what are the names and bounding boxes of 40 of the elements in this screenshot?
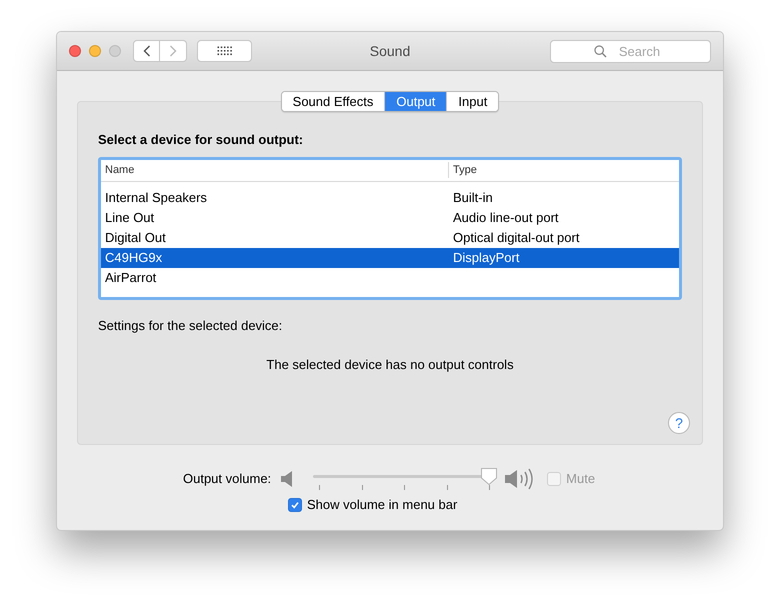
device-row[interactable]: AirParrot (101, 268, 679, 288)
menu-bar-option-label: Show volume in menu bar (307, 496, 458, 514)
checkmark-icon (290, 500, 300, 510)
volume-slider[interactable] (313, 466, 498, 492)
volume-label: Output volume: (183, 470, 272, 488)
table-cell-text: Digital Out (104, 228, 167, 247)
window-control-icon[interactable] (109, 45, 121, 57)
mute-label: Mute (566, 470, 596, 488)
slider-thumb[interactable] (480, 467, 498, 486)
table-cell-text: C49HG9x (104, 248, 164, 267)
tab[interactable]: Output (384, 92, 446, 111)
help-button[interactable]: ? (668, 412, 690, 434)
forward-icon (169, 45, 177, 57)
list-heading: Select a device for sound output: (98, 131, 304, 149)
device-row[interactable]: Digital Out Optical digital-out port (101, 228, 679, 248)
tab[interactable]: Input (446, 92, 498, 111)
device-row[interactable]: Internal Speakers Built-in (101, 188, 679, 208)
tab[interactable]: Sound Effects (282, 92, 384, 111)
table-cell-text: DisplayPort (452, 248, 520, 267)
back-icon (142, 45, 150, 57)
search-icon (594, 44, 607, 58)
grid-icon (216, 46, 232, 56)
table-cell-text: Internal Speakers (104, 188, 208, 207)
table-cell-text: Audio line-out port (452, 208, 559, 227)
no-controls-message: The selected device has no output controls (265, 356, 515, 374)
device-row[interactable]: C49HG9x DisplayPort (101, 248, 679, 268)
table-cell-text: Line Out (104, 208, 156, 227)
table-cell-text: AirParrot (104, 268, 158, 287)
window-title: Sound (370, 42, 410, 60)
checkbox[interactable] (288, 498, 302, 512)
table-cell-text: Built-in (452, 188, 493, 207)
table-cell-text: Optical digital-out port (452, 228, 580, 247)
column-header[interactable]: Type (449, 162, 477, 178)
back-button[interactable] (133, 40, 160, 62)
search-field[interactable]: Search (550, 40, 711, 62)
speaker-icon (281, 471, 294, 487)
show-all-button[interactable] (197, 40, 252, 62)
device-row[interactable]: Line Out Audio line-out port (101, 208, 679, 228)
settings-label: Settings for the selected device: (98, 316, 284, 335)
column-header[interactable]: Name (101, 162, 449, 178)
